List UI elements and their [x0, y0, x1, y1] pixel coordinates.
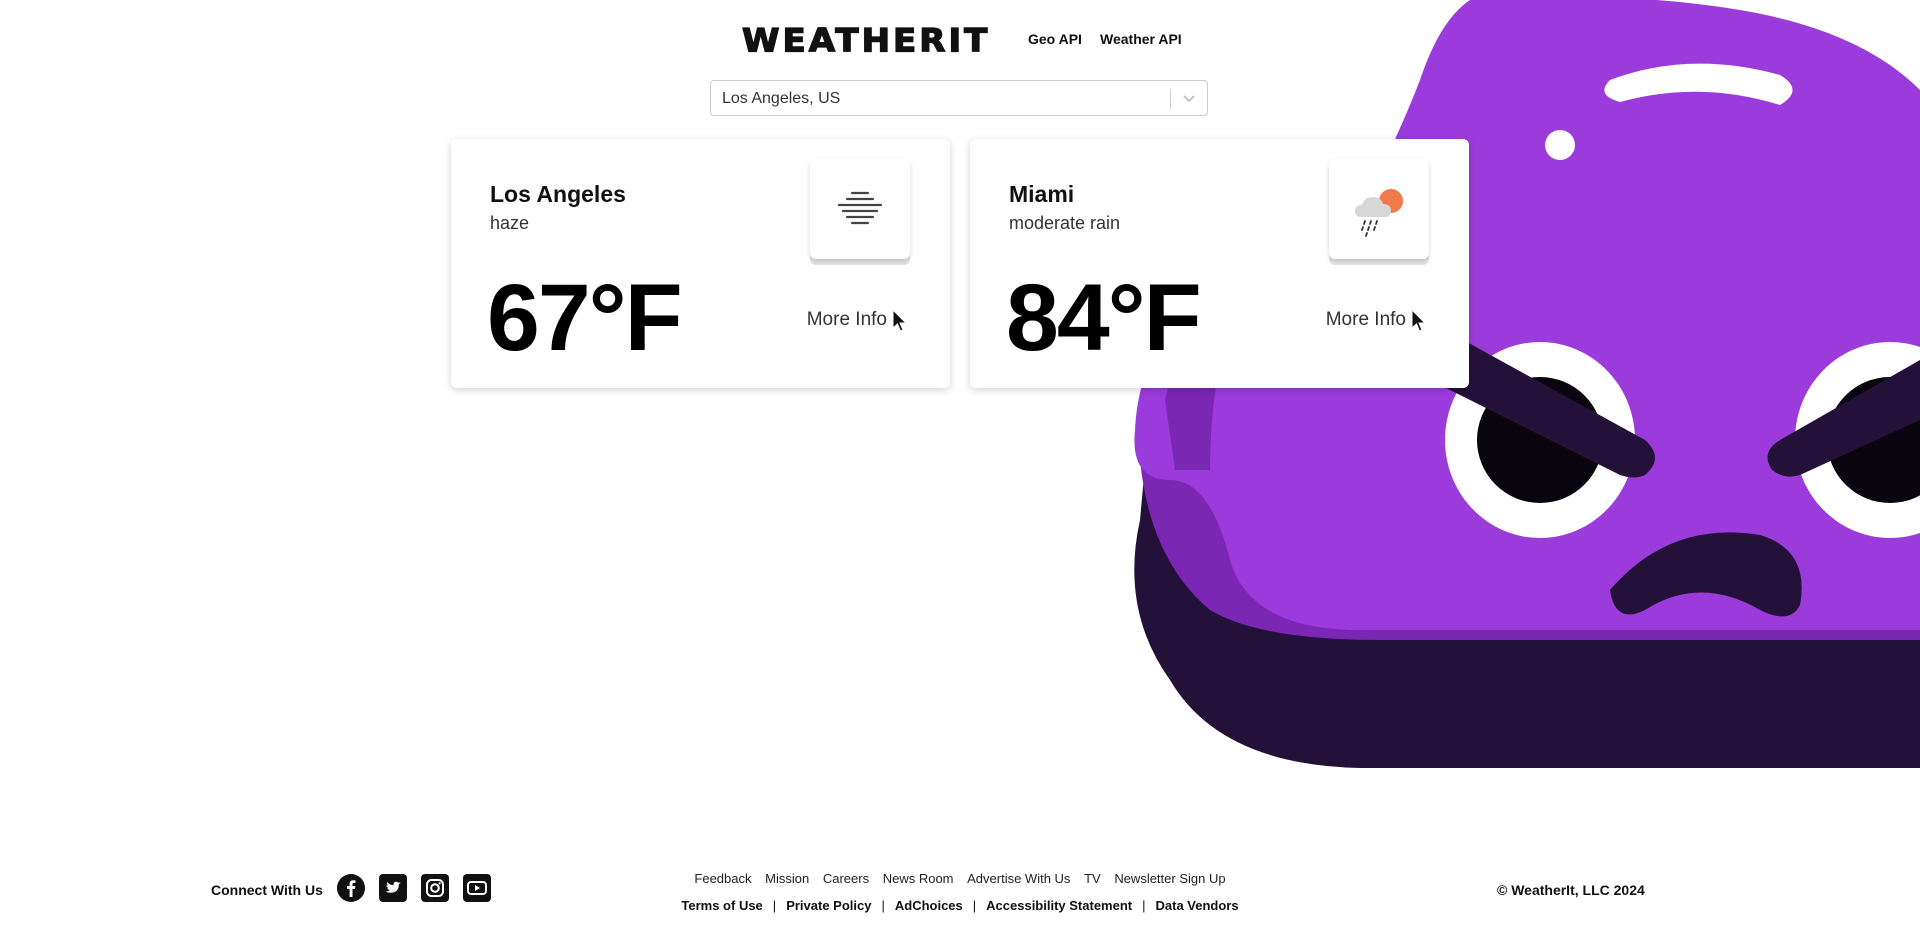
rain-sun-cloud-icon — [1355, 189, 1403, 237]
weather-icon-box — [810, 159, 910, 259]
selected-city: Los Angeles, US — [722, 90, 841, 107]
link-separator: | — [881, 898, 885, 913]
footer-links-bottom: Terms of Use | Private Policy | AdChoices | Ac… — [0, 898, 1920, 913]
footer-link-news-room[interactable]: News Room — [883, 871, 954, 886]
nav-geo-api[interactable]: Geo API — [1028, 31, 1082, 47]
weather-card-miami: Miami moderate rain 84°F More Info — [970, 139, 1469, 388]
city-select[interactable]: Los Angeles, US — [710, 80, 1208, 116]
footer-link-careers[interactable]: Careers — [823, 871, 869, 886]
pointer-arrow-icon[interactable] — [1411, 309, 1427, 333]
footer-link-feedback[interactable]: Feedback — [694, 871, 751, 886]
card-description: moderate rain — [1009, 213, 1121, 233]
haze-icon — [837, 191, 883, 225]
chevron-down-icon[interactable] — [1181, 90, 1197, 106]
card-temperature: 84°F — [1006, 265, 1202, 371]
footer-link-privacy[interactable]: Private Policy — [786, 898, 871, 913]
footer-link-adchoices[interactable]: AdChoices — [895, 898, 963, 913]
link-separator: | — [972, 898, 977, 913]
site-footer: Connect With Us Feedback Mission Careers… — [0, 860, 1920, 920]
weather-icon-box — [1329, 159, 1429, 259]
footer-link-advertise[interactable]: Advertise With Us — [967, 871, 1070, 886]
more-info-link[interactable]: More Info — [1326, 309, 1406, 331]
footer-link-data-vendors[interactable]: Data Vendors — [1156, 898, 1239, 913]
select-separator — [1170, 89, 1171, 109]
footer-link-terms[interactable]: Terms of Use — [681, 898, 762, 913]
nav-weather-api[interactable]: Weather API — [1100, 31, 1182, 47]
card-city-name: Los Angeles — [490, 181, 626, 207]
copyright-text: © WeatherIt, LLC 2024 — [1497, 882, 1645, 898]
pointer-arrow-icon[interactable] — [892, 309, 908, 333]
more-info-link[interactable]: More Info — [807, 309, 887, 331]
card-description: haze — [490, 213, 530, 233]
angry-cloud-mascot — [1134, 0, 1920, 768]
footer-link-mission[interactable]: Mission — [765, 871, 809, 886]
footer-link-tv[interactable]: TV — [1084, 871, 1101, 886]
footer-link-accessibility[interactable]: Accessibility Statement — [986, 898, 1132, 913]
site-header: WEATHERIT Geo API Weather API — [0, 20, 1920, 64]
footer-link-newsletter[interactable]: Newsletter Sign Up — [1114, 871, 1225, 886]
weather-card-los-angeles: Los Angeles haze 67°F More Info — [451, 139, 950, 388]
card-city-name: Miami — [1009, 181, 1075, 207]
site-logo[interactable]: WEATHERIT — [741, 21, 990, 60]
card-temperature: 67°F — [487, 265, 683, 371]
link-separator: | — [1142, 898, 1146, 913]
link-separator: | — [772, 898, 777, 913]
